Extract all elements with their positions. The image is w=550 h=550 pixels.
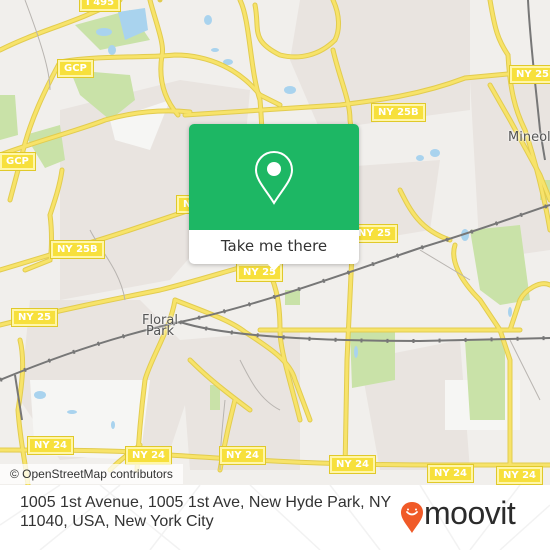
route-shield-gcp: GCP: [57, 59, 94, 78]
map-view[interactable]: I 495 GCP GCP NY 25B NY 25B NY 25B NY 25…: [0, 0, 550, 485]
route-shield-ny24: NY 24: [26, 436, 75, 455]
route-shield-ny24: NY 24: [495, 466, 544, 485]
route-shield-ny25b: NY 25B: [371, 103, 426, 122]
route-shield-ny25b: NY 25B: [509, 65, 550, 84]
place-label-floral-park: Floral Park: [142, 313, 178, 339]
route-shield-ny24: NY 24: [124, 446, 173, 465]
route-shield-ny25: NY 25: [10, 308, 59, 327]
moovit-logo: moovit: [400, 495, 540, 533]
take-me-there-button[interactable]: Take me there: [189, 230, 359, 264]
route-shield-ny24: NY 24: [328, 455, 377, 474]
route-shield-gcp: GCP: [0, 152, 36, 171]
moovit-wordmark: moovit: [424, 495, 516, 531]
place-label-mineola: Mineola: [508, 130, 550, 145]
route-shield-ny24: NY 24: [426, 464, 475, 483]
moovit-smile-pin-icon: [401, 502, 423, 533]
route-shield-i495: I 495: [78, 0, 122, 12]
address-text: 1005 1st Avenue, 1005 1st Ave, New Hyde …: [20, 494, 391, 530]
popup-pointer: [266, 262, 282, 271]
map-pin-icon: [254, 150, 294, 205]
route-shield-ny25b: NY 25B: [50, 240, 105, 259]
route-shield-ny24: NY 24: [218, 446, 267, 465]
footer: 1005 1st Avenue, 1005 1st Ave, New Hyde …: [0, 485, 550, 550]
popup-header: [189, 124, 359, 230]
location-popup: Take me there: [189, 124, 359, 271]
map-attribution[interactable]: © OpenStreetMap contributors: [0, 464, 183, 484]
